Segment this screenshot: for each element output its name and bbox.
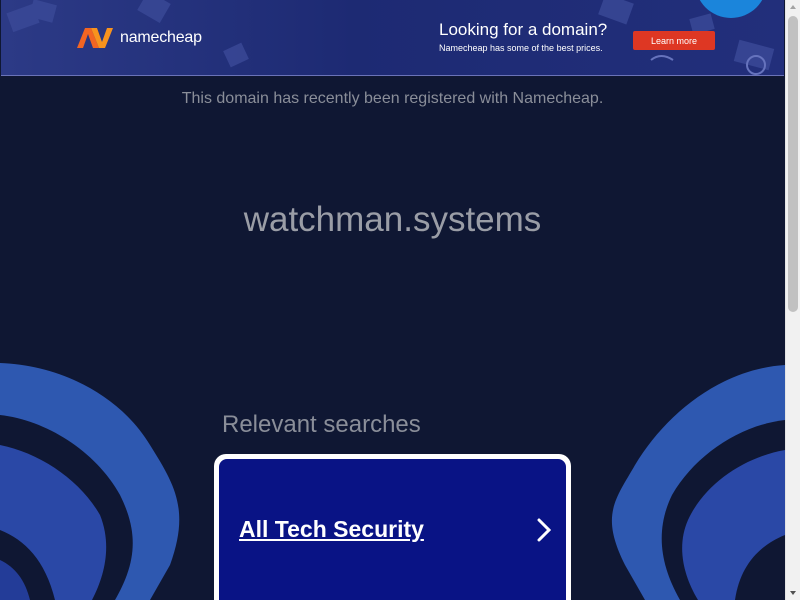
promo-text: Looking for a domain? Namecheap has some… — [439, 20, 607, 54]
registration-notice: This domain has recently been registered… — [181, 90, 604, 107]
namecheap-banner[interactable]: namecheap Looking for a domain? Namechea… — [1, 0, 784, 76]
promo-subtext: Namecheap has some of the best prices. — [439, 43, 603, 53]
scroll-up-icon[interactable] — [786, 0, 800, 14]
chevron-right-icon — [537, 518, 551, 542]
page: namecheap Looking for a domain? Namechea… — [0, 0, 785, 600]
brand-name: namecheap — [120, 29, 202, 46]
vertical-scrollbar[interactable] — [785, 0, 800, 600]
search-result-card: All Tech Security — [214, 454, 571, 600]
promo-heading: Looking for a domain? — [439, 20, 608, 39]
learn-more-button[interactable]: Learn more — [633, 31, 715, 50]
search-link-label[interactable]: All Tech Security — [239, 516, 424, 543]
relevant-searches-title: Relevant searches — [222, 411, 421, 438]
scrollbar-thumb[interactable] — [788, 16, 798, 312]
search-link-all-tech-security[interactable]: All Tech Security — [219, 459, 566, 600]
domain-name: watchman.systems — [243, 200, 542, 239]
scroll-down-icon[interactable] — [786, 586, 800, 600]
namecheap-logo-icon — [77, 28, 113, 48]
namecheap-logo[interactable]: namecheap — [75, 26, 202, 50]
